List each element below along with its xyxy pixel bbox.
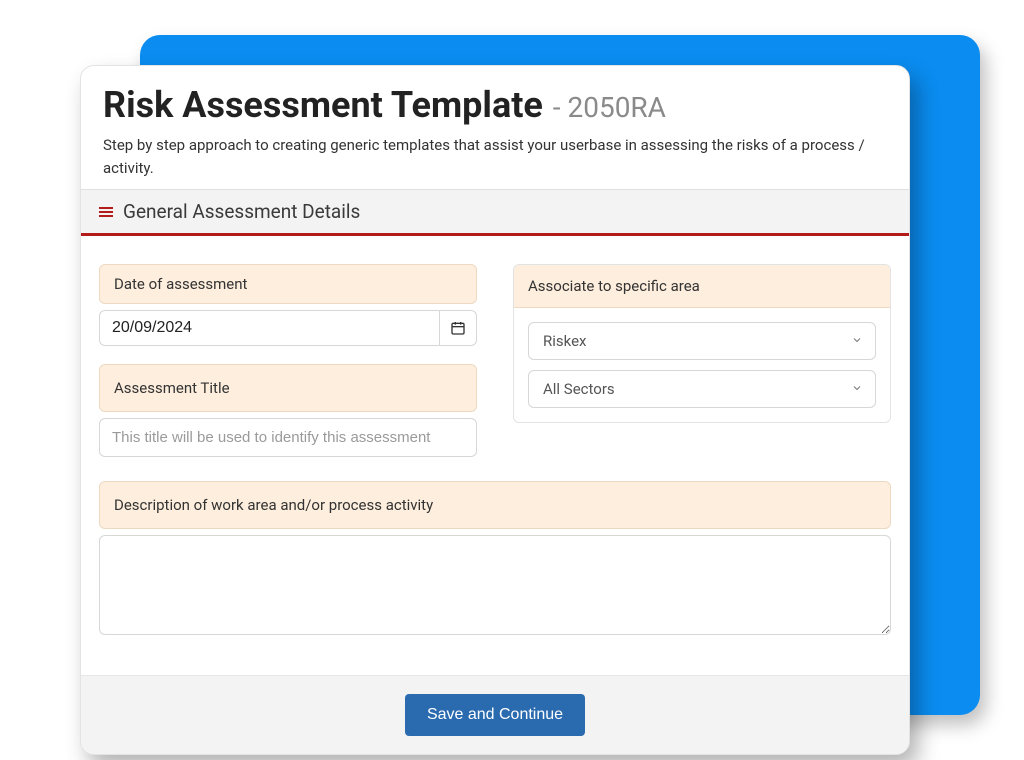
right-column: Associate to specific area Riskex All Se… xyxy=(513,264,891,423)
form-body: Date of assessment xyxy=(81,236,909,657)
date-label: Date of assessment xyxy=(99,264,477,304)
associate-select-riskex[interactable]: Riskex xyxy=(528,322,876,360)
page-title: Risk Assessment Template xyxy=(103,84,543,126)
assessment-title-input[interactable] xyxy=(99,418,477,457)
chevron-down-icon xyxy=(851,380,863,398)
page-title-code: - 2050RA xyxy=(553,91,666,124)
section-header-general: General Assessment Details xyxy=(81,189,909,236)
section-title: General Assessment Details xyxy=(123,200,360,223)
description-label: Description of work area and/or process … xyxy=(99,481,891,529)
date-input[interactable] xyxy=(99,310,439,346)
description-textarea[interactable] xyxy=(99,535,891,635)
associate-label: Associate to specific area xyxy=(514,265,890,308)
associate-select-sectors[interactable]: All Sectors xyxy=(528,370,876,408)
risk-assessment-form-card: Risk Assessment Template - 2050RA Step b… xyxy=(80,65,910,755)
page-subtitle: Step by step approach to creating generi… xyxy=(103,134,887,179)
title-field-group: Assessment Title xyxy=(99,364,477,457)
chevron-down-icon xyxy=(851,332,863,350)
calendar-button[interactable] xyxy=(439,310,477,346)
page-header: Risk Assessment Template - 2050RA Step b… xyxy=(81,66,909,189)
save-and-continue-button[interactable]: Save and Continue xyxy=(405,694,585,736)
list-icon xyxy=(99,207,113,217)
date-field-group: Date of assessment xyxy=(99,264,477,346)
associate-panel: Associate to specific area Riskex All Se… xyxy=(513,264,891,423)
calendar-icon xyxy=(450,320,466,336)
title-label: Assessment Title xyxy=(99,364,477,412)
select-value: All Sectors xyxy=(543,380,615,398)
description-field-group: Description of work area and/or process … xyxy=(99,481,891,639)
select-value: Riskex xyxy=(543,332,586,350)
left-column: Date of assessment xyxy=(99,264,477,475)
form-footer: Save and Continue xyxy=(81,675,909,754)
